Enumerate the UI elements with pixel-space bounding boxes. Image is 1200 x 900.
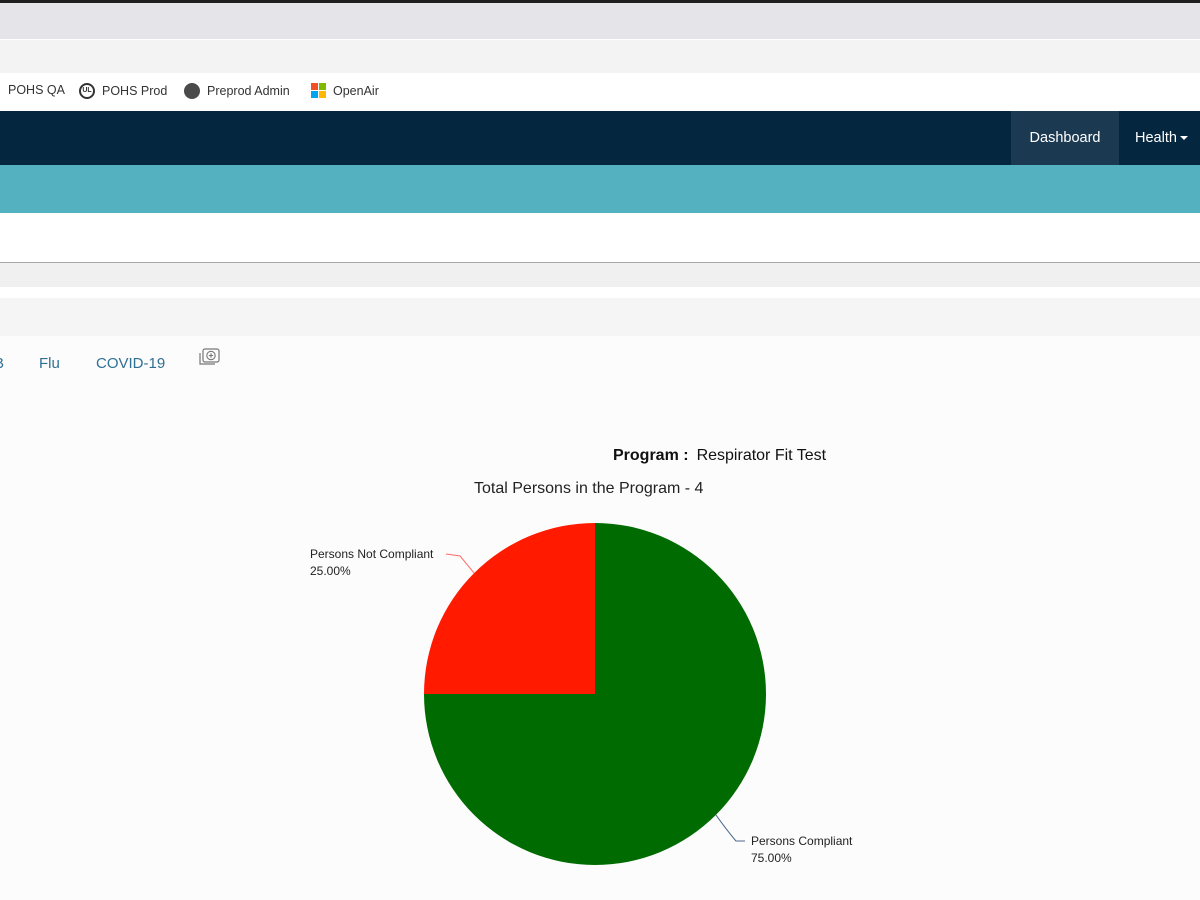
pie-slice-name-label: Persons Compliant xyxy=(751,834,853,848)
pie-slice-percent-label: 75.00% xyxy=(751,851,792,865)
pie-slice-name-label: Persons Not Compliant xyxy=(310,547,434,561)
pie-chart: Persons Compliant 75.00% Persons Not Compl… xyxy=(310,523,853,865)
pie-leader-line xyxy=(445,553,475,574)
pie-slice-percent-label: 25.00% xyxy=(310,564,351,578)
pie-leader-line xyxy=(715,814,745,842)
pie-slice-persons-not-compliant[interactable] xyxy=(424,523,595,694)
